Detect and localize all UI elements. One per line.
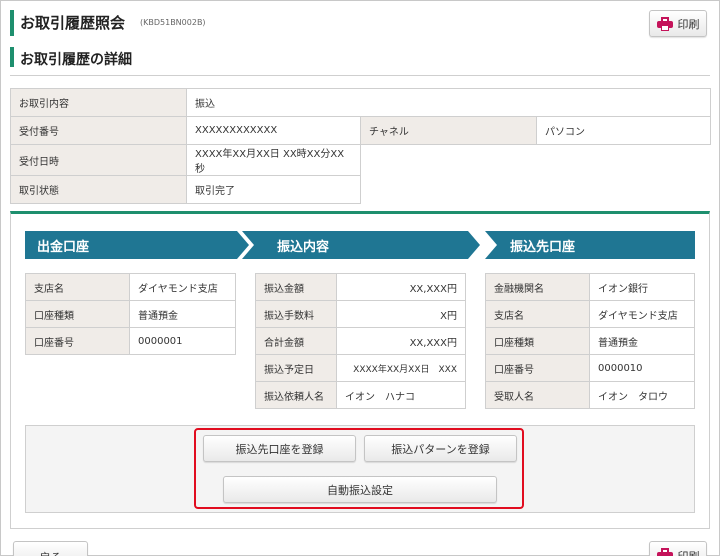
- cell-value: イオン タロウ: [589, 381, 695, 409]
- section-title-source: 出金口座: [37, 239, 90, 255]
- cell-label: 振込手数料: [255, 300, 337, 328]
- print-button-bottom[interactable]: 印刷: [649, 541, 707, 556]
- transfer-content-table: 振込金額 XX,XXX円 振込手数料 X円 合計金額 XX,XXX円 振込予定日 XXX…: [255, 273, 466, 409]
- cell-label: 金融機関名: [485, 273, 590, 301]
- print-label: 印刷: [678, 548, 700, 556]
- cell-value: イオン ハナコ: [336, 381, 466, 409]
- cell-label: 口座種類: [25, 300, 130, 328]
- table-row: 振込手数料 X円: [255, 300, 466, 328]
- cell-value: 0000001: [129, 327, 236, 355]
- table-row: 受付日時 XXXX年XX月XX日 XX時XX分XX秒: [10, 144, 711, 176]
- table-row: 合計金額 XX,XXX円: [255, 327, 466, 355]
- cell-label: 合計金額: [255, 327, 337, 355]
- table-row: 取引状態 取引完了: [10, 175, 711, 204]
- table-row: 受取人名 イオン タロウ: [485, 381, 695, 409]
- printer-icon: [656, 16, 673, 31]
- section-title-dest: 振込先口座: [510, 239, 576, 255]
- table-row: 口座種類 普通預金: [25, 300, 236, 328]
- cell-value: ダイヤモンド支店: [129, 273, 236, 301]
- table-row: お取引内容 振込: [10, 88, 711, 117]
- back-button[interactable]: 戻る: [13, 541, 88, 556]
- destination-account-table: 金融機関名 イオン銀行 支店名 ダイヤモンド支店 口座種類 普通預金 口座番号 0000…: [485, 273, 695, 409]
- cell-value: XX,XXX円: [336, 273, 466, 301]
- cell-value: ダイヤモンド支店: [589, 300, 695, 328]
- cell-label: お取引内容: [10, 88, 187, 117]
- table-row: 口座種類 普通預金: [485, 327, 695, 355]
- divider: [10, 75, 710, 76]
- print-button-top[interactable]: 印刷: [649, 10, 707, 37]
- cell-value: 取引完了: [186, 175, 361, 204]
- print-label: 印刷: [677, 17, 700, 31]
- cell-label: チャネル: [360, 116, 537, 145]
- cell-label: 受付番号: [10, 116, 187, 145]
- printer-icon: [656, 548, 673, 556]
- cell-value: XXXX年XX月XX日 XX時XX分XX秒: [186, 144, 361, 176]
- cell-label: 口座種類: [485, 327, 590, 355]
- transaction-info-table: お取引内容 振込 受付番号 XXXXXXXXXXXX チャネル パソコン 受付日…: [10, 88, 711, 204]
- table-row: 受付番号 XXXXXXXXXXXX チャネル パソコン: [10, 116, 711, 145]
- cell-value: XXXXXXXXXXXX: [186, 116, 361, 145]
- section-title-transfer: 振込内容: [277, 239, 330, 255]
- source-account-table: 支店名 ダイヤモンド支店 口座種類 普通預金 口座番号 0000001: [25, 273, 236, 355]
- page-code: (KBD51BN002B): [140, 18, 206, 27]
- cell-label: 受付日時: [10, 144, 187, 176]
- cell-value: 普通預金: [129, 300, 236, 328]
- table-row: 口座番号 0000001: [25, 327, 236, 355]
- table-row: 振込予定日 XXXX年XX月XX日 XXX: [255, 354, 466, 382]
- cell-label: 取引状態: [10, 175, 187, 204]
- table-row: 金融機関名 イオン銀行: [485, 273, 695, 301]
- cell-value: パソコン: [536, 116, 711, 145]
- subtitle-accent-bar: [10, 47, 14, 67]
- cell-value: 振込: [186, 88, 711, 117]
- title-accent-bar: [10, 10, 14, 36]
- table-row: 振込金額 XX,XXX円: [255, 273, 466, 301]
- cell-label: 振込依頼人名: [255, 381, 337, 409]
- cell-value: 0000010: [589, 354, 695, 382]
- cell-label: 振込金額: [255, 273, 337, 301]
- cell-label: 振込予定日: [255, 354, 337, 382]
- table-row: 支店名 ダイヤモンド支店: [25, 273, 236, 301]
- table-row: 振込依頼人名 イオン ハナコ: [255, 381, 466, 409]
- cell-label: 受取人名: [485, 381, 590, 409]
- cell-label: 支店名: [25, 273, 130, 301]
- cell-value: XXXX年XX月XX日 XXX: [336, 354, 466, 382]
- highlight-box: [194, 428, 524, 509]
- table-row: 支店名 ダイヤモンド支店: [485, 300, 695, 328]
- cell-label: 支店名: [485, 300, 590, 328]
- cell-value: 普通預金: [589, 327, 695, 355]
- table-row: 口座番号 0000010: [485, 354, 695, 382]
- cell-value: XX,XXX円: [336, 327, 466, 355]
- cell-value: X円: [336, 300, 466, 328]
- page-title: お取引履歴照会: [20, 14, 126, 32]
- cell-label: 口座番号: [25, 327, 130, 355]
- cell-value: イオン銀行: [589, 273, 695, 301]
- cell-label: 口座番号: [485, 354, 590, 382]
- section-title: お取引履歴の詳細: [20, 52, 132, 68]
